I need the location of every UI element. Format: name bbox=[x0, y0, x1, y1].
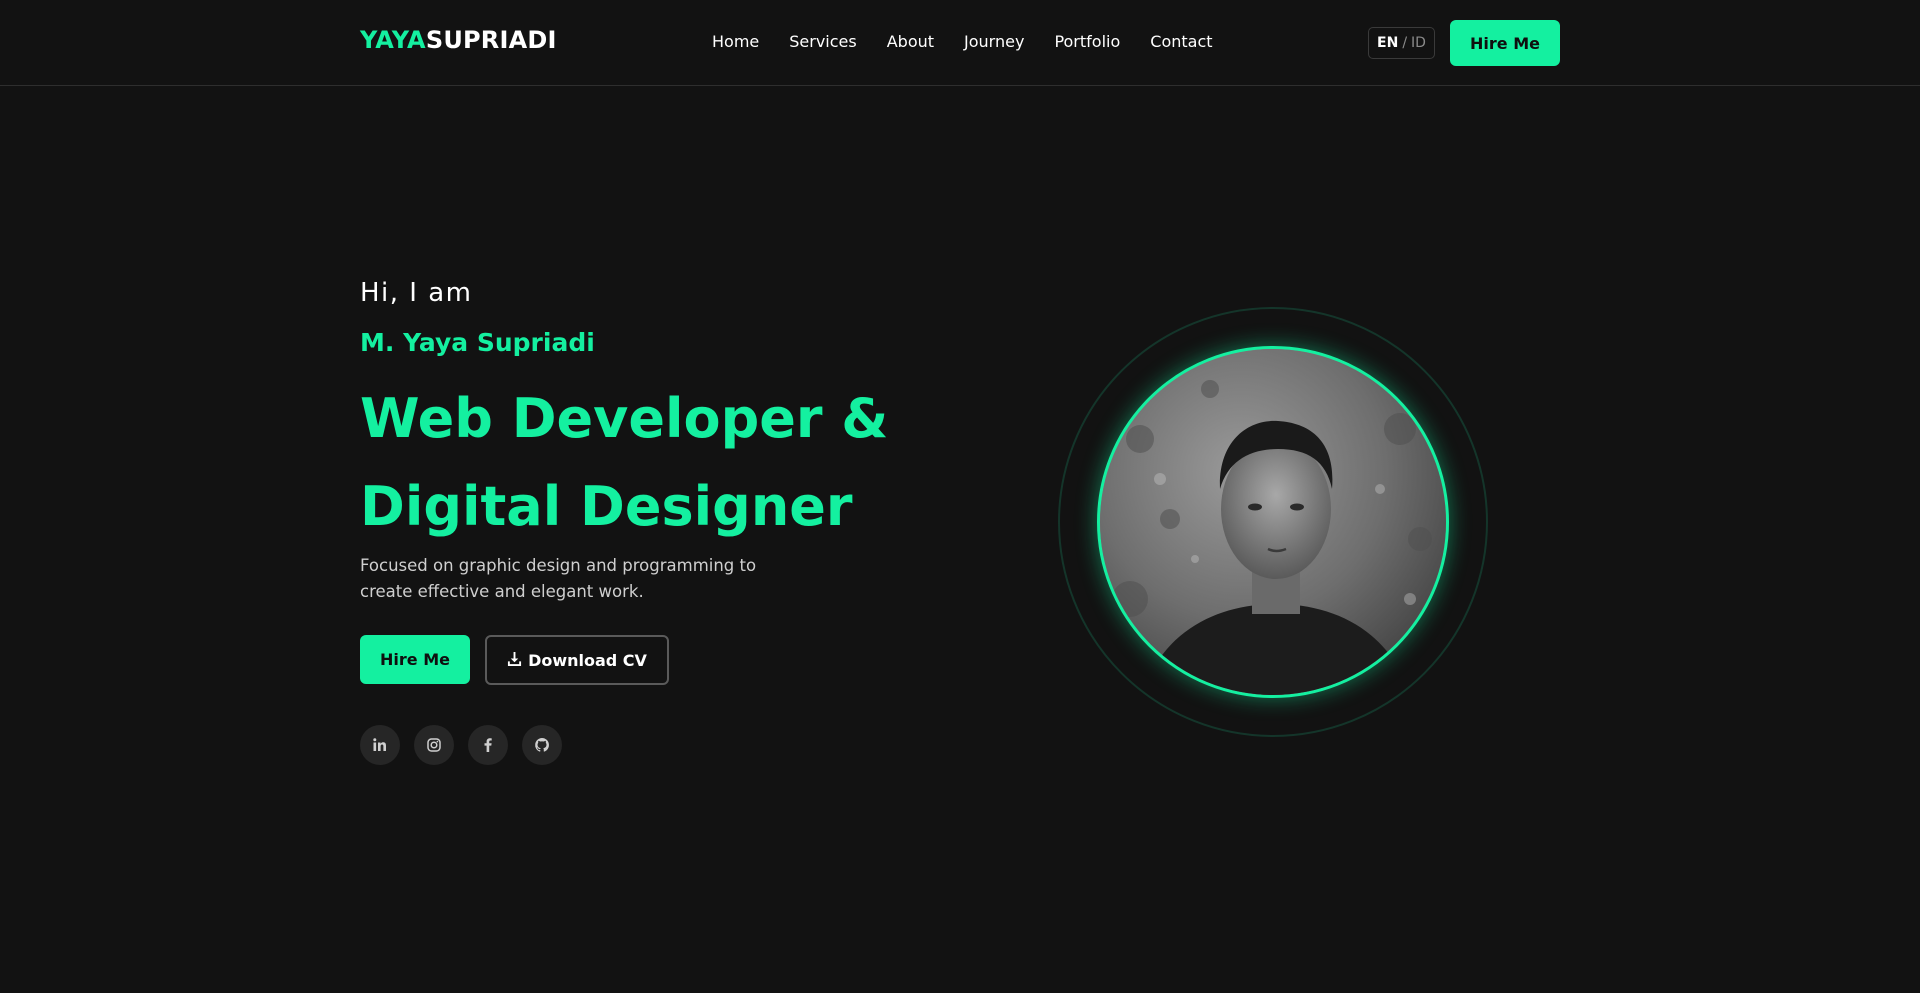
lang-id[interactable]: ID bbox=[1411, 35, 1426, 51]
lang-en[interactable]: EN bbox=[1377, 35, 1398, 51]
hero-description: Focused on graphic design and programmin… bbox=[360, 556, 757, 601]
nav-services[interactable]: Services bbox=[789, 32, 856, 51]
instagram-icon[interactable] bbox=[414, 725, 454, 765]
github-icon[interactable] bbox=[522, 725, 562, 765]
hero-title-line2: Digital Designer bbox=[360, 475, 853, 538]
logo-rest: SUPRIADI bbox=[425, 26, 557, 54]
nav-portfolio[interactable]: Portfolio bbox=[1054, 32, 1120, 51]
download-cv-label: Download CV bbox=[528, 650, 647, 670]
nav-journey[interactable]: Journey bbox=[964, 32, 1024, 51]
logo[interactable]: YAYASUPRIADI bbox=[360, 26, 557, 54]
lang-separator: / bbox=[1402, 35, 1408, 51]
profile-photo bbox=[1097, 346, 1449, 698]
hero-title-line1: Web Developer & bbox=[360, 387, 889, 450]
linkedin-icon[interactable] bbox=[360, 725, 400, 765]
nav-home[interactable]: Home bbox=[712, 32, 759, 51]
hero-name: M. Yaya Supriadi bbox=[360, 328, 595, 357]
header: YAYASUPRIADI Home Services About Journey… bbox=[0, 0, 1920, 86]
greeting: Hi, I am bbox=[360, 278, 473, 308]
download-cv-button[interactable]: Download CV bbox=[485, 635, 669, 685]
logo-accent: YAYA bbox=[360, 26, 426, 54]
main-nav: Home Services About Journey Portfolio Co… bbox=[712, 32, 1213, 51]
hero-title: Web Developer & Digital Designer bbox=[360, 375, 920, 551]
download-icon bbox=[507, 651, 522, 670]
facebook-icon[interactable] bbox=[468, 725, 508, 765]
social-links bbox=[360, 725, 562, 765]
nav-contact[interactable]: Contact bbox=[1150, 32, 1212, 51]
language-switcher[interactable]: EN / ID bbox=[1368, 27, 1435, 59]
hire-button[interactable]: Hire Me bbox=[360, 635, 470, 684]
header-hire-button[interactable]: Hire Me bbox=[1450, 20, 1560, 66]
nav-about[interactable]: About bbox=[887, 32, 934, 51]
